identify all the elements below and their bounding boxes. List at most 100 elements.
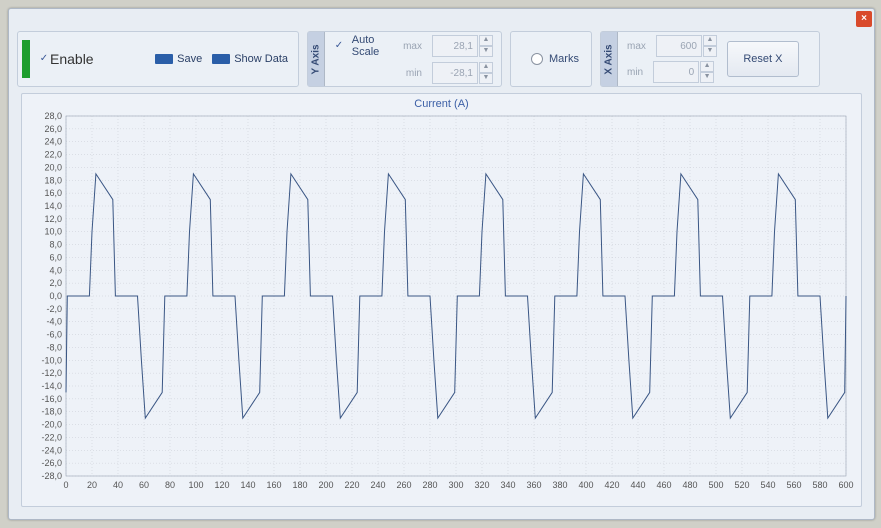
- svg-text:460: 460: [656, 480, 671, 490]
- close-icon[interactable]: ×: [856, 11, 872, 27]
- svg-text:28,0: 28,0: [44, 111, 62, 121]
- ymax-stepper[interactable]: ▲▼: [432, 35, 493, 57]
- xmax-up-icon[interactable]: ▲: [703, 35, 717, 46]
- ymin-down-icon[interactable]: ▼: [479, 73, 493, 84]
- svg-text:0,0: 0,0: [49, 291, 62, 301]
- enable-label: Enable: [50, 51, 94, 67]
- svg-text:-14,0: -14,0: [41, 381, 62, 391]
- ymin-input[interactable]: [432, 62, 478, 84]
- svg-text:-24,0: -24,0: [41, 445, 62, 455]
- svg-text:40: 40: [113, 480, 123, 490]
- xmax-stepper[interactable]: ▲▼: [656, 35, 717, 57]
- reset-x-button[interactable]: Reset X: [727, 41, 799, 77]
- xmin-up-icon[interactable]: ▲: [700, 61, 714, 72]
- xmax-down-icon[interactable]: ▼: [703, 46, 717, 57]
- marks-label: Marks: [549, 53, 579, 65]
- enable-panel: ✓ Enable Save Show Data: [17, 31, 299, 87]
- svg-text:140: 140: [240, 480, 255, 490]
- svg-text:200: 200: [318, 480, 333, 490]
- svg-text:260: 260: [396, 480, 411, 490]
- svg-text:-10,0: -10,0: [41, 355, 62, 365]
- enable-checkbox[interactable]: ✓: [38, 53, 50, 65]
- xaxis-tab[interactable]: X Axis: [601, 32, 618, 86]
- autoscale-label: Auto Scale: [352, 34, 395, 58]
- ymin-stepper[interactable]: ▲▼: [432, 62, 493, 84]
- svg-text:-6,0: -6,0: [46, 330, 62, 340]
- svg-text:20,0: 20,0: [44, 162, 62, 172]
- svg-text:4,0: 4,0: [49, 265, 62, 275]
- ymax-input[interactable]: [432, 35, 478, 57]
- ymax-label: max: [403, 41, 422, 52]
- xmin-input[interactable]: [653, 61, 699, 83]
- svg-text:160: 160: [266, 480, 281, 490]
- svg-text:20: 20: [87, 480, 97, 490]
- enable-indicator: [22, 40, 30, 78]
- marks-radio[interactable]: [531, 53, 543, 65]
- svg-text:-28,0: -28,0: [41, 471, 62, 481]
- save-button[interactable]: Save: [155, 53, 202, 65]
- svg-text:180: 180: [292, 480, 307, 490]
- svg-text:560: 560: [786, 480, 801, 490]
- svg-text:380: 380: [552, 480, 567, 490]
- svg-text:-18,0: -18,0: [41, 407, 62, 417]
- svg-text:340: 340: [500, 480, 515, 490]
- svg-text:80: 80: [165, 480, 175, 490]
- svg-text:22,0: 22,0: [44, 150, 62, 160]
- svg-text:420: 420: [604, 480, 619, 490]
- ymax-up-icon[interactable]: ▲: [479, 35, 493, 46]
- toolbar: ✓ Enable Save Show Data Y Axis ✓ Auto Sc…: [9, 27, 874, 91]
- svg-text:-20,0: -20,0: [41, 420, 62, 430]
- svg-text:440: 440: [630, 480, 645, 490]
- svg-text:580: 580: [812, 480, 827, 490]
- svg-text:-26,0: -26,0: [41, 458, 62, 468]
- ymin-label: min: [406, 68, 422, 79]
- show-data-label: Show Data: [234, 53, 288, 65]
- svg-text:26,0: 26,0: [44, 124, 62, 134]
- xmin-down-icon[interactable]: ▼: [700, 72, 714, 83]
- svg-text:-4,0: -4,0: [46, 317, 62, 327]
- autoscale-checkbox[interactable]: ✓: [334, 40, 344, 52]
- svg-text:480: 480: [682, 480, 697, 490]
- chart-panel: Current (A) 28,026,024,022,020,018,016,0…: [21, 93, 862, 507]
- svg-text:520: 520: [734, 480, 749, 490]
- svg-text:-16,0: -16,0: [41, 394, 62, 404]
- svg-text:-12,0: -12,0: [41, 368, 62, 378]
- yaxis-tab[interactable]: Y Axis: [308, 32, 325, 86]
- svg-text:540: 540: [760, 480, 775, 490]
- xmax-label: max: [627, 41, 646, 52]
- svg-text:8,0: 8,0: [49, 240, 62, 250]
- svg-text:12,0: 12,0: [44, 214, 62, 224]
- svg-text:6,0: 6,0: [49, 252, 62, 262]
- yaxis-panel: Y Axis ✓ Auto Scale max ▲▼ min ▲▼: [307, 31, 502, 87]
- svg-text:100: 100: [188, 480, 203, 490]
- xmax-input[interactable]: [656, 35, 702, 57]
- xaxis-panel: X Axis max ▲▼ min ▲▼: [600, 31, 820, 87]
- svg-text:60: 60: [139, 480, 149, 490]
- titlebar: ×: [9, 9, 874, 27]
- yaxis-tab-label: Y Axis: [311, 44, 322, 74]
- save-icon: [155, 54, 173, 64]
- svg-text:-2,0: -2,0: [46, 304, 62, 314]
- ymin-up-icon[interactable]: ▲: [479, 62, 493, 73]
- save-label: Save: [177, 53, 202, 65]
- svg-text:320: 320: [474, 480, 489, 490]
- ymax-down-icon[interactable]: ▼: [479, 46, 493, 57]
- svg-text:400: 400: [578, 480, 593, 490]
- xmin-label: min: [627, 67, 643, 78]
- svg-text:16,0: 16,0: [44, 188, 62, 198]
- svg-text:-22,0: -22,0: [41, 432, 62, 442]
- app-window: × ✓ Enable Save Show Data Y Axis ✓ Auto …: [8, 8, 875, 520]
- svg-text:360: 360: [526, 480, 541, 490]
- svg-text:280: 280: [422, 480, 437, 490]
- marks-panel: Marks: [510, 31, 592, 87]
- svg-text:300: 300: [448, 480, 463, 490]
- svg-text:0: 0: [63, 480, 68, 490]
- svg-text:500: 500: [708, 480, 723, 490]
- svg-text:24,0: 24,0: [44, 137, 62, 147]
- xaxis-tab-label: X Axis: [604, 44, 615, 74]
- svg-text:2,0: 2,0: [49, 278, 62, 288]
- svg-text:-8,0: -8,0: [46, 342, 62, 352]
- svg-text:18,0: 18,0: [44, 175, 62, 185]
- show-data-button[interactable]: Show Data: [212, 53, 288, 65]
- xmin-stepper[interactable]: ▲▼: [653, 61, 714, 83]
